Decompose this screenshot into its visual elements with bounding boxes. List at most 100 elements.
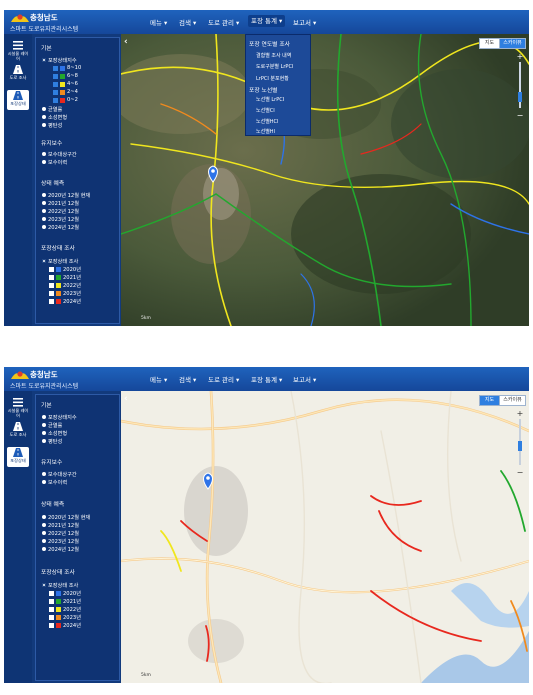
menu-pavement-stats[interactable]: 포장 통계 ▾ (251, 374, 282, 384)
zoom-control[interactable]: + − (515, 409, 525, 479)
rail-label: 시설물 레이어 (7, 51, 29, 61)
menu-main[interactable]: 메뉴 ▾ (150, 17, 167, 27)
checkbox-survey-2021[interactable] (49, 275, 54, 280)
radio-forecast-2021[interactable] (42, 201, 46, 205)
rail-layer-button[interactable]: 시설물 레이어 (7, 397, 29, 418)
road-icon (13, 448, 23, 457)
radio-forecast-2023[interactable] (42, 539, 46, 543)
radio-pci[interactable] (42, 415, 46, 419)
rail-layer-button[interactable]: 시설물 레이어 (7, 40, 29, 61)
menu-main[interactable]: 메뉴 ▾ (150, 374, 167, 384)
option-label: 균열률 (48, 107, 63, 113)
collapse-panel-button[interactable]: ‹ (124, 37, 128, 47)
checkbox-survey-2023[interactable] (49, 291, 54, 296)
legend-swatch (60, 98, 65, 103)
checkbox-survey-2022[interactable] (49, 607, 54, 612)
menu-search[interactable]: 검색 ▾ (179, 374, 196, 384)
map-mode-button[interactable]: 지도 (479, 38, 500, 49)
menu-road-management[interactable]: 도로 관리 ▾ (208, 17, 239, 27)
zoom-control[interactable]: + − (515, 52, 525, 122)
option-label: 2022년 12월 (48, 531, 79, 537)
pci-label: 포장상태지수 (48, 58, 77, 64)
radio-forecast-2020[interactable] (42, 515, 46, 519)
checkbox-pci-3[interactable] (53, 82, 58, 87)
radio-survey[interactable] (42, 583, 46, 587)
checkbox-pci-2[interactable] (53, 74, 58, 79)
radio-forecast-2021[interactable] (42, 523, 46, 527)
section-forecast-title: 상태 예측 (41, 502, 65, 508)
skyview-mode-button[interactable]: 스카이뷰 (499, 38, 526, 49)
radio-repair-target[interactable] (42, 472, 46, 476)
dropdown-section: 포장 노선별 (249, 88, 278, 94)
menu-search[interactable]: 검색 ▾ (179, 17, 196, 27)
pci-label: 포장상태지수 (48, 415, 77, 421)
menu-report[interactable]: 보고서 ▾ (293, 17, 316, 27)
radio-forecast-2024[interactable] (42, 225, 46, 229)
checkbox-pci-1[interactable] (53, 66, 58, 71)
section-forecast-title: 상태 예측 (41, 181, 65, 187)
checkbox-survey-2024[interactable] (49, 299, 54, 304)
dropdown-item[interactable]: 노선별CI (256, 107, 275, 114)
dropdown-item[interactable]: 노선별HCI (256, 118, 279, 125)
radio-forecast-2022[interactable] (42, 209, 46, 213)
radio-survey[interactable] (42, 259, 46, 263)
legend-range: 2~4 (67, 89, 78, 95)
year-label: 2022년 (63, 607, 81, 613)
section-basic-title: 기본 (41, 46, 52, 52)
dropdown-item[interactable]: 노선별HI (256, 128, 275, 135)
radio-repair-target[interactable] (42, 152, 46, 156)
radio-iri[interactable] (42, 123, 46, 127)
menu-road-management[interactable]: 도로 관리 ▾ (208, 374, 239, 384)
section-survey-title: 포장상태 조사 (41, 570, 75, 576)
rail-pavement-button[interactable]: 포장상태 (7, 447, 29, 467)
radio-forecast-2020[interactable] (42, 193, 46, 197)
checkbox-pci-4[interactable] (53, 90, 58, 95)
radio-forecast-2023[interactable] (42, 217, 46, 221)
zoom-out-icon: − (517, 468, 524, 477)
legend-swatch (60, 90, 65, 95)
dropdown-item[interactable]: 결함별 조사 내역 (256, 52, 291, 59)
checkbox-pci-5[interactable] (53, 98, 58, 103)
option-label: 포장상태 조사 (48, 259, 79, 265)
year-label: 2020년 (63, 267, 81, 273)
rail-road-survey-button[interactable]: 도로 조사 (7, 64, 29, 84)
checkbox-survey-2022[interactable] (49, 283, 54, 288)
radio-repair-history[interactable] (42, 480, 46, 484)
skyview-mode-button[interactable]: 스카이뷰 (499, 395, 526, 406)
checkbox-survey-2024[interactable] (49, 623, 54, 628)
radio-forecast-2024[interactable] (42, 547, 46, 551)
satellite-imagery (121, 34, 529, 326)
rail-road-survey-button[interactable]: 도로 조사 (7, 421, 29, 441)
zoom-in-icon: + (517, 52, 524, 61)
option-label: 평탄성 (48, 439, 63, 445)
checkbox-survey-2020[interactable] (49, 267, 54, 272)
legend-range: 6~8 (67, 73, 78, 79)
checkbox-survey-2021[interactable] (49, 599, 54, 604)
satellite-map[interactable]: 지도 스카이뷰 + − 5km (121, 34, 529, 326)
checkbox-survey-2023[interactable] (49, 615, 54, 620)
radio-repair-history[interactable] (42, 160, 46, 164)
option-label: 2024년 12월 (48, 225, 79, 231)
dropdown-item[interactable]: 도로구분별 LrPCI (256, 63, 293, 70)
radio-crack[interactable] (42, 107, 46, 111)
menu-pavement-stats[interactable]: 포장 통계 ▾ (248, 15, 286, 27)
road-icon (13, 65, 23, 74)
rail-pavement-button[interactable]: 포장상태 (7, 90, 29, 110)
option-label: 2023년 12월 (48, 217, 79, 223)
dropdown-item[interactable]: 노선별 LrPCI (256, 96, 284, 103)
collapse-panel-button[interactable]: ‹ (124, 394, 128, 404)
option-label: 보수대상구간 (48, 472, 77, 478)
radio-rutting[interactable] (42, 115, 46, 119)
menu-report[interactable]: 보고서 ▾ (293, 374, 316, 384)
year-label: 2023년 (63, 291, 81, 297)
radio-iri[interactable] (42, 439, 46, 443)
dropdown-item[interactable]: LrPCI 분포현황 (256, 75, 289, 82)
radio-pci[interactable] (42, 58, 46, 62)
road-map[interactable]: 지도 스카이뷰 + − 5km (121, 391, 529, 683)
radio-forecast-2022[interactable] (42, 531, 46, 535)
pavement-stats-dropdown: 포장 연도별 조사 결함별 조사 내역 도로구분별 LrPCI LrPCI 분포… (245, 34, 311, 136)
checkbox-survey-2020[interactable] (49, 591, 54, 596)
radio-crack[interactable] (42, 423, 46, 427)
map-mode-button[interactable]: 지도 (479, 395, 500, 406)
radio-rutting[interactable] (42, 431, 46, 435)
